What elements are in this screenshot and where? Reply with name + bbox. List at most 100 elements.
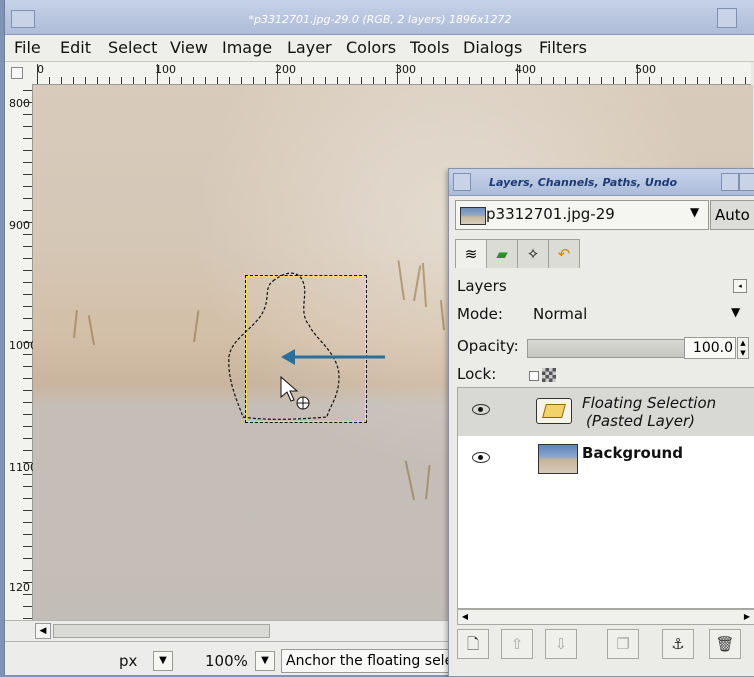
layer-name-line2: (Pasted Layer) xyxy=(586,412,695,430)
menu-file[interactable]: File xyxy=(14,38,41,57)
vertical-ruler[interactable]: 800 900 1000 1100 120 xyxy=(5,84,37,620)
paths-tab-icon[interactable]: ✧ xyxy=(517,239,549,268)
visibility-eye-icon[interactable] xyxy=(472,404,490,415)
scroll-right-icon[interactable]: ▶ xyxy=(740,610,754,624)
dock-titlebar[interactable]: Layers, Channels, Paths, Undo xyxy=(449,169,754,196)
ruler-tick xyxy=(23,258,32,259)
layer-row-floating[interactable]: Floating Selection (Pasted Layer) xyxy=(458,388,754,436)
new-layer-icon[interactable]: 🗋 xyxy=(457,629,489,659)
layer-list-scrollbar[interactable]: ◀ ▶ xyxy=(457,609,754,625)
layer-row-background[interactable]: Background xyxy=(458,436,754,484)
menu-select[interactable]: Select xyxy=(108,38,157,57)
layer-name: Background xyxy=(582,444,683,462)
menu-layer[interactable]: Layer xyxy=(287,38,332,57)
background-layer-thumbnail xyxy=(538,444,578,474)
ruler-tick xyxy=(23,414,32,415)
ruler-tick xyxy=(23,402,32,403)
channels-tab-icon[interactable]: ▰ xyxy=(486,239,518,268)
ruler-tick xyxy=(61,77,62,84)
opacity-label: Opacity: xyxy=(457,337,519,355)
ruler-tick xyxy=(577,77,578,84)
ruler-tick xyxy=(337,77,338,84)
ruler-tick xyxy=(445,77,446,84)
ruler-tick xyxy=(23,162,32,163)
layers-tab-icon[interactable]: ≋ xyxy=(455,239,487,268)
ruler-tick xyxy=(361,77,362,84)
menu-edit[interactable]: Edit xyxy=(60,38,91,57)
lock-alpha-checkbox[interactable] xyxy=(529,371,539,381)
menu-filters[interactable]: Filters xyxy=(539,38,587,57)
opacity-slider[interactable] xyxy=(527,339,685,358)
dock-minimize-icon[interactable] xyxy=(721,173,739,191)
floating-selection-icon xyxy=(542,404,566,418)
ruler-tick xyxy=(23,246,32,247)
anchor-layer-icon[interactable]: ⚓ xyxy=(662,629,694,659)
layer-list[interactable]: Floating Selection (Pasted Layer) Backgr… xyxy=(457,387,754,609)
ruler-tick xyxy=(23,186,32,187)
ruler-tick xyxy=(23,306,32,307)
ruler-label: 0 xyxy=(37,63,44,76)
menu-image[interactable]: Image xyxy=(222,38,272,57)
ruler-tick xyxy=(169,77,170,84)
undo-tab-icon[interactable]: ↶ xyxy=(548,239,580,268)
lower-layer-icon[interactable]: ⇩ xyxy=(545,629,577,659)
menu-tools[interactable]: Tools xyxy=(410,38,449,57)
opacity-spin-icon[interactable]: ▲ ▼ xyxy=(737,337,749,359)
zoom-dropdown-icon[interactable]: ▼ xyxy=(255,651,275,671)
image-dropdown-icon[interactable]: ▼ xyxy=(690,205,699,219)
dock-close-icon[interactable] xyxy=(739,173,754,191)
menu-dialogs[interactable]: Dialogs xyxy=(463,38,522,57)
ruler-tick xyxy=(469,77,470,84)
ruler-tick xyxy=(23,342,32,343)
dock-tabs: ≋ ▰ ✧ ↶ xyxy=(455,239,583,269)
duplicate-layer-icon[interactable]: ❐ xyxy=(607,629,639,659)
ruler-label: 1100 xyxy=(9,461,37,474)
ruler-tick xyxy=(23,294,32,295)
ruler-tick xyxy=(23,462,32,463)
scrollbar-thumb[interactable] xyxy=(53,624,270,638)
ruler-tick xyxy=(85,77,86,84)
ruler-label: 900 xyxy=(9,219,30,232)
zoom-selector[interactable]: 100% xyxy=(205,652,248,670)
ruler-tick xyxy=(589,77,590,84)
ruler-tick xyxy=(277,64,278,84)
ruler-tick xyxy=(23,546,32,547)
layer-toolbar: 🗋 ⇧ ⇩ ❐ ⚓ 🗑 xyxy=(457,627,753,661)
navigate-icon[interactable] xyxy=(11,67,23,79)
menu-view[interactable]: View xyxy=(170,38,208,57)
panel-menu-icon[interactable]: ◂ xyxy=(733,279,747,293)
window-titlebar[interactable]: *p3312701.jpg-29.0 (RGB, 2 layers) 1896x… xyxy=(5,0,754,35)
raise-layer-icon[interactable]: ⇧ xyxy=(501,629,533,659)
unit-dropdown-icon[interactable]: ▼ xyxy=(153,651,173,671)
maximize-icon[interactable] xyxy=(717,8,737,28)
layer-name: Floating Selection (Pasted Layer) xyxy=(582,394,716,430)
ruler-tick xyxy=(301,77,302,84)
ruler-tick xyxy=(505,77,506,84)
dock-menu-icon[interactable] xyxy=(453,173,471,191)
visibility-eye-icon[interactable] xyxy=(472,452,490,463)
opacity-input[interactable]: 100.0 xyxy=(684,337,736,359)
ruler-tick xyxy=(23,558,32,559)
ruler-tick xyxy=(481,77,482,84)
delete-layer-icon[interactable]: 🗑 xyxy=(709,629,741,659)
ruler-tick xyxy=(565,77,566,84)
ruler-tick xyxy=(23,594,32,595)
auto-button[interactable]: Auto xyxy=(710,200,754,230)
mode-select[interactable]: Normal xyxy=(533,305,587,323)
ruler-label: 300 xyxy=(395,63,416,76)
scroll-left-icon[interactable]: ◀ xyxy=(35,623,51,639)
canvas-horizontal-scrollbar[interactable]: ◀ xyxy=(5,620,455,641)
ruler-label: 120 xyxy=(9,581,30,594)
menubar: File Edit Select View Image Layer Colors… xyxy=(5,35,754,62)
scroll-left-icon[interactable]: ◀ xyxy=(458,610,472,624)
ruler-tick xyxy=(23,282,32,283)
ruler-tick xyxy=(109,77,110,84)
horizontal-ruler[interactable]: 0 100 200 300 400 500 xyxy=(5,62,751,85)
pointer-cursor-icon xyxy=(280,375,299,402)
ruler-tick xyxy=(133,77,134,84)
menu-colors[interactable]: Colors xyxy=(346,38,396,57)
mode-dropdown-icon[interactable]: ▼ xyxy=(731,305,740,319)
unit-selector[interactable]: px xyxy=(119,652,137,670)
ruler-tick xyxy=(23,450,32,451)
image-menu[interactable]: p3312701.jpg-29 ▼ xyxy=(455,200,709,230)
